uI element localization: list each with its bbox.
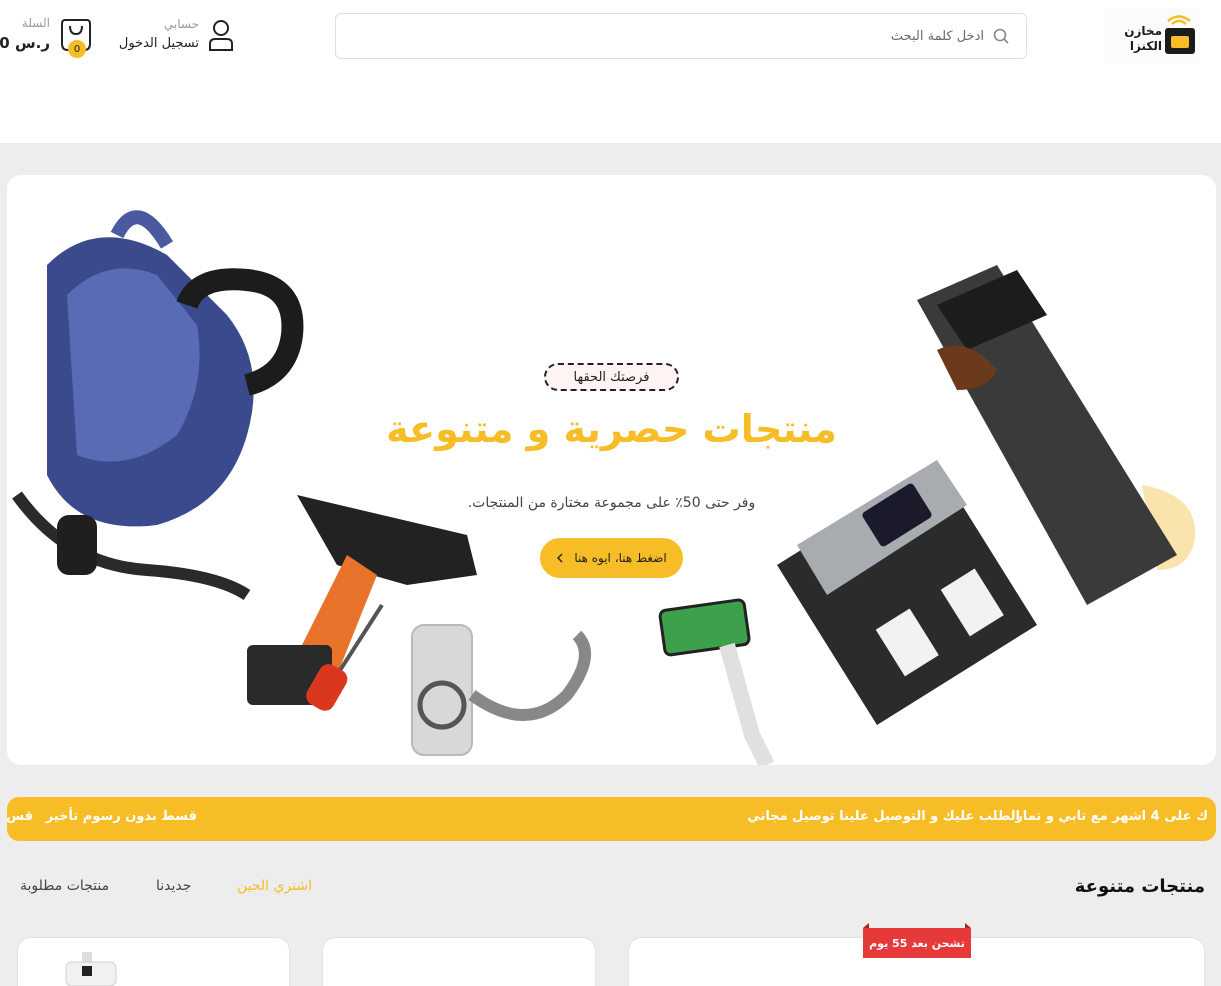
tab-new[interactable]: جديدنا [156, 878, 191, 894]
chevron-left-icon [557, 553, 563, 563]
hero-products-image [12, 210, 1196, 765]
search-bar [335, 13, 1027, 59]
product-card[interactable] [322, 937, 596, 986]
cart-label: السلة [21, 16, 50, 30]
marquee-item: الطلب عليك و التوصيل علينا توصيل مجاني [747, 809, 1020, 824]
marquee-item: قسط بدون رسوم تأخير [45, 809, 197, 824]
hero-promo-tag: فرصتك الحقها [544, 363, 679, 391]
hero-cta-button[interactable]: اضغط هنا، ايوه هنا [540, 538, 683, 578]
section-title: منتجات متنوعة [1074, 876, 1205, 897]
store-logo[interactable]: مخازن الكنزا [1104, 8, 1200, 64]
login-link[interactable]: تسجيل الدخول [119, 36, 199, 51]
shipping-badge: تشحن بعد 55 يوم [863, 923, 971, 958]
marquee-item: ك على 4 اشهر مع تابي و تمار [1015, 809, 1208, 824]
site-header: مخازن الكنزا حسابي تسجيل الدخول 0 السلة … [0, 0, 1221, 143]
store-logo-icon [1165, 28, 1195, 54]
cart-total: 0 ر.س [0, 34, 50, 52]
tab-requested[interactable]: منتجات مطلوبة [20, 878, 109, 894]
search-icon[interactable] [992, 27, 1010, 45]
logo-text-line2: الكنزا [1129, 39, 1162, 53]
search-input[interactable] [344, 22, 984, 50]
tab-buy-now[interactable]: اشتري الحين [237, 878, 312, 894]
wifi-icon [1167, 15, 1191, 25]
product-image [65, 952, 117, 986]
account-link[interactable]: حسابي تسجيل الدخول [100, 14, 235, 56]
cart-count-badge: 0 [68, 40, 86, 58]
hero-cta-label: اضغط هنا، ايوه هنا [574, 551, 667, 565]
cart-button[interactable]: 0 السلة 0 ر.س [0, 14, 96, 60]
marquee-item: قس [7, 809, 33, 824]
account-label: حسابي [163, 17, 199, 31]
promo-marquee: ك على 4 اشهر مع تابي و تمار الطلب عليك و… [7, 797, 1216, 841]
hero-title: منتجات حصرية و متنوعة [386, 407, 837, 451]
product-card[interactable] [17, 937, 290, 986]
hero-subtitle: وفر حتى 50٪ على مجموعة مختارة من المنتجا… [467, 495, 756, 511]
user-icon [209, 20, 233, 51]
hero-banner: فرصتك الحقها منتجات حصرية و متنوعة وفر ح… [7, 175, 1216, 765]
logo-text-line1: مخازن [1124, 24, 1162, 38]
